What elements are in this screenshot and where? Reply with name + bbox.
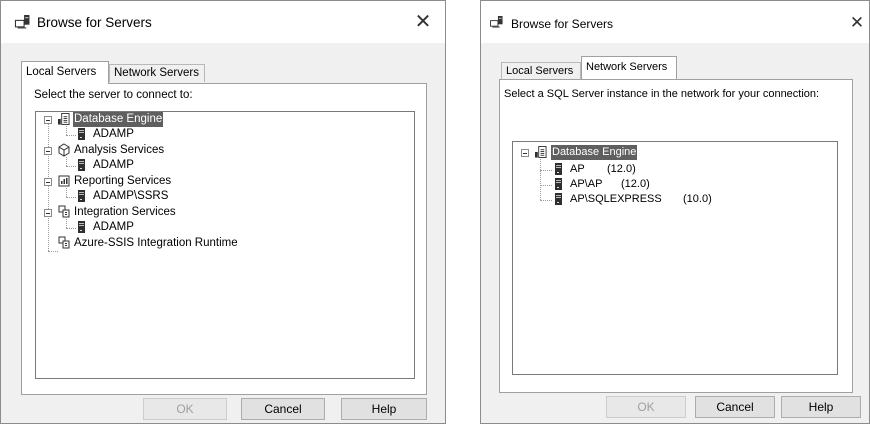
tree-node-azure-ssis[interactable]: Azure-SSIS Integration Runtime — [36, 236, 366, 251]
package-icon — [58, 205, 70, 218]
tree-node-server[interactable]: AP (12.0) — [513, 162, 813, 177]
tree-connector — [48, 251, 58, 252]
tree-label: Analysis Services — [74, 144, 165, 156]
server-icon — [555, 178, 562, 190]
ok-button[interactable]: OK — [143, 398, 227, 420]
server-version: (12.0) — [607, 163, 636, 175]
server-name: AP — [570, 163, 585, 175]
tree-label: Integration Services — [74, 206, 176, 218]
tab-local-servers[interactable]: Local Servers — [501, 62, 581, 80]
collapse-toggle[interactable] — [44, 209, 52, 217]
title-bar: Browse for Servers ✕ — [1, 1, 445, 43]
help-button[interactable]: Help — [341, 398, 427, 420]
tree-node-database-engine[interactable]: Database Engine — [513, 145, 773, 160]
tab-strip: Local Servers Network Servers — [21, 61, 321, 84]
tree-node-server[interactable]: ADAMP — [36, 158, 336, 173]
tab-local-servers[interactable]: Local Servers — [21, 61, 109, 84]
database-engine-icon — [58, 113, 70, 125]
tree-label: Azure-SSIS Integration Runtime — [74, 237, 238, 249]
title-bar: Browse for Servers ✕ — [481, 1, 869, 43]
tab-page-local: Select the server to connect to: Databas… — [21, 83, 427, 395]
collapse-toggle[interactable] — [44, 116, 52, 124]
tree-label: ADAMP\SSRS — [93, 190, 169, 202]
cancel-button[interactable]: Cancel — [241, 398, 325, 420]
server-icon — [78, 190, 85, 202]
server-icon — [78, 221, 85, 233]
prompt-text: Select a SQL Server instance in the netw… — [504, 88, 820, 100]
server-tree[interactable]: Database Engine AP (12.0) AP\AP (12.0) A… — [512, 141, 838, 375]
tab-network-servers[interactable]: Network Servers — [581, 56, 677, 79]
tree-node-server[interactable]: AP\AP (12.0) — [513, 177, 813, 192]
tree-node-reporting-services[interactable]: Reporting Services — [36, 174, 336, 189]
collapse-toggle[interactable] — [521, 149, 529, 157]
server-tree[interactable]: Database Engine ADAMP Analysis Services … — [35, 111, 415, 379]
database-engine-icon — [535, 145, 547, 159]
tree-node-server[interactable]: ADAMP — [36, 127, 336, 142]
tree-label: ADAMP — [93, 128, 134, 140]
server-icon — [78, 128, 85, 140]
prompt-text: Select the server to connect to: — [34, 89, 193, 101]
server-icon — [78, 159, 85, 171]
tree-label: ADAMP — [93, 221, 134, 233]
tree-label: Database Engine — [73, 112, 164, 127]
tree-label: Reporting Services — [74, 175, 172, 187]
server-icon — [555, 163, 562, 175]
ok-button[interactable]: OK — [606, 396, 686, 418]
tree-node-server[interactable]: ADAMP\SSRS — [36, 189, 336, 204]
cancel-button[interactable]: Cancel — [695, 396, 775, 418]
server-icon — [555, 193, 562, 205]
connect-server-icon — [14, 15, 30, 29]
cube-icon — [58, 143, 70, 157]
tree-node-server[interactable]: ADAMP — [36, 220, 336, 235]
collapse-toggle[interactable] — [44, 178, 52, 186]
tree-node-server[interactable]: AP\SQLEXPRESS (10.0) — [513, 192, 813, 207]
tab-page-network: Select a SQL Server instance in the netw… — [499, 79, 853, 393]
collapse-toggle[interactable] — [44, 147, 52, 155]
dialog-title: Browse for Servers — [37, 15, 152, 30]
close-button[interactable]: ✕ — [843, 11, 870, 37]
report-icon — [58, 175, 70, 187]
server-name: AP\AP — [570, 178, 603, 190]
server-version: (12.0) — [621, 178, 650, 190]
tree-label: ADAMP — [93, 159, 134, 171]
tab-strip: Local Servers Network Servers — [501, 56, 801, 80]
tree-label: Database Engine — [551, 145, 638, 160]
tree-node-database-engine[interactable]: Database Engine — [36, 112, 336, 127]
connect-server-icon — [490, 16, 503, 28]
browse-servers-dialog-network: Browse for Servers ✕ Local Servers Netwo… — [480, 0, 870, 424]
help-button[interactable]: Help — [781, 396, 861, 418]
dialog-title: Browse for Servers — [511, 17, 614, 31]
package-icon — [58, 236, 70, 249]
close-button[interactable]: ✕ — [409, 9, 437, 35]
server-name: AP\SQLEXPRESS — [570, 193, 662, 205]
tree-node-analysis-services[interactable]: Analysis Services — [36, 143, 336, 158]
tree-node-integration-services[interactable]: Integration Services — [36, 205, 336, 220]
browse-servers-dialog-local: Browse for Servers ✕ Local Servers Netwo… — [0, 0, 446, 424]
tab-network-servers[interactable]: Network Servers — [109, 64, 205, 82]
server-version: (10.0) — [683, 193, 712, 205]
